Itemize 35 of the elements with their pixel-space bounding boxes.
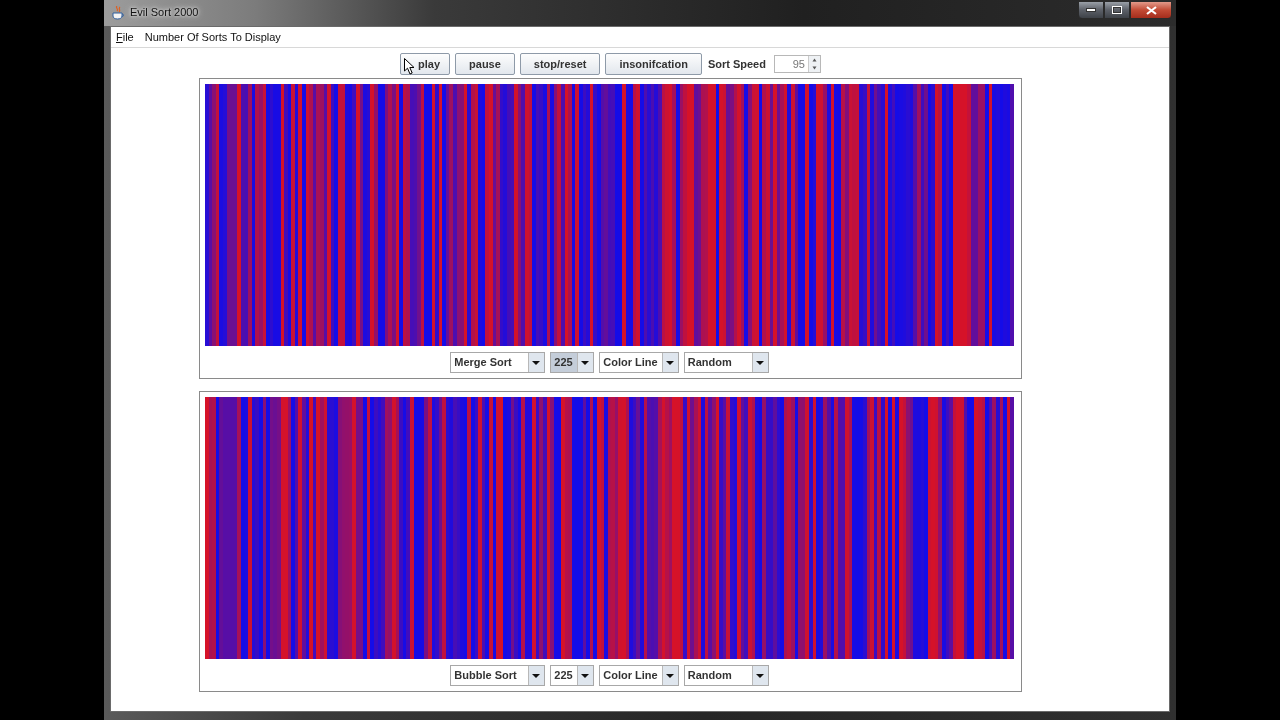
caret-down-icon: [577, 353, 594, 372]
size-dropdown[interactable]: 225: [550, 665, 595, 686]
caret-up-icon: [808, 56, 820, 64]
sort-speed-label: Sort Speed: [707, 58, 766, 70]
caret-down-icon: [528, 353, 545, 372]
maximize-button[interactable]: [1104, 1, 1130, 19]
algorithm-dropdown[interactable]: Merge Sort: [450, 352, 546, 373]
maximize-icon: [1112, 6, 1122, 14]
caret-down-icon: [751, 353, 768, 372]
minimize-icon: [1086, 8, 1096, 12]
caret-down-icon: [808, 64, 820, 72]
order-dropdown[interactable]: Random: [683, 665, 769, 686]
caret-down-icon: [751, 666, 768, 685]
mouse-pointer-icon: [404, 58, 416, 75]
menu-item[interactable]: File: [116, 31, 134, 43]
style-dropdown[interactable]: Color Line: [599, 665, 679, 686]
size-dropdown[interactable]: 225: [550, 352, 595, 373]
close-icon: [1145, 5, 1157, 15]
caret-down-icon: [528, 666, 545, 685]
coffee-cup-icon: [112, 6, 124, 20]
close-button[interactable]: [1130, 1, 1172, 19]
style-dropdown[interactable]: Color Line: [599, 352, 679, 373]
minimize-button[interactable]: [1078, 1, 1104, 19]
caret-down-icon: [661, 666, 678, 685]
caret-down-icon: [577, 666, 594, 685]
algorithm-dropdown[interactable]: Bubble Sort: [450, 665, 546, 686]
pause-button[interactable]: pause: [455, 53, 515, 75]
order-dropdown[interactable]: Random: [683, 352, 769, 373]
insonification-button[interactable]: insonifcation: [605, 53, 702, 75]
menu-item[interactable]: Number Of Sorts To Display: [144, 31, 281, 43]
window-title: Evil Sort 2000: [130, 6, 199, 18]
caret-down-icon: [661, 353, 678, 372]
play-button[interactable]: play: [400, 53, 451, 75]
stop-reset-button[interactable]: stop/reset: [519, 53, 601, 75]
sort-speed-spinner[interactable]: 95: [773, 55, 821, 73]
